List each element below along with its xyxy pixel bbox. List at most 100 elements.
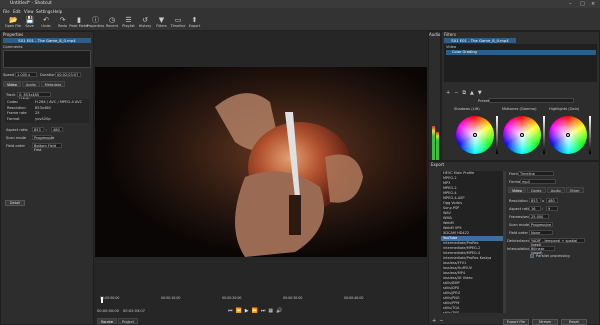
aspect-width[interactable]: 853: [32, 127, 44, 132]
codec-table: Codec H.264 / AVC / MPEG-4 AVC Resolution 8…: [5, 99, 89, 123]
preset-actions: +−: [432, 318, 446, 324]
midtones-slider[interactable]: [543, 116, 545, 154]
export-file-button[interactable]: Export File: [503, 319, 529, 325]
shadows-handle[interactable]: [473, 133, 477, 137]
tab-export-other[interactable]: Other: [565, 187, 584, 193]
duration-field[interactable]: 00:02:03:07: [55, 72, 81, 77]
detail-button[interactable]: Detail: [5, 200, 25, 206]
properties-panel: Properties S01 E01 - The Game_8_0.mp4 Co…: [0, 31, 94, 325]
shadows-slider[interactable]: [496, 116, 498, 154]
timecode-ruler[interactable]: 00:00:00:00 00:00:10:00 00:00:20:00 00:00:3…: [95, 295, 427, 302]
copy-filter-icon[interactable]: ⧉: [462, 90, 470, 96]
fps-field[interactable]: 25.000: [529, 214, 549, 219]
resolution-height[interactable]: 480: [546, 198, 558, 203]
export-aspect-width[interactable]: 16: [529, 206, 541, 211]
maximize-button[interactable]: □: [580, 1, 585, 7]
title-bar: Untitled* - Shotcut – □ ×: [0, 0, 600, 8]
midtones-color-wheel[interactable]: [503, 116, 541, 154]
tab-export-audio[interactable]: Audio: [546, 187, 565, 193]
preset-label: Preset: [478, 99, 490, 103]
highlights-handle[interactable]: [566, 133, 570, 137]
codec-row-value: 853x480: [35, 105, 51, 110]
menu-settings[interactable]: Settings: [36, 9, 52, 14]
export-panel: Export HEVC Main Profile MPEG-2 MP3 MPEG-2 M…: [428, 161, 600, 325]
field-order-select[interactable]: Bottom Field First: [32, 143, 62, 152]
history-icon: ↺: [142, 16, 148, 24]
tab-export-video[interactable]: Video: [508, 187, 526, 193]
play-icon[interactable]: ▶: [245, 308, 252, 314]
comments-field[interactable]: [3, 50, 91, 68]
clip-name: S01 E01 - The Game_8_0.mp4: [3, 38, 91, 43]
menu-help[interactable]: Help: [53, 9, 62, 14]
interpolation-select[interactable]: Bilinear (good): [529, 246, 555, 255]
rewind-icon[interactable]: ⏪: [236, 308, 245, 314]
tab-audio[interactable]: Audio: [21, 81, 40, 87]
add-filter-icon[interactable]: +: [446, 90, 454, 96]
export-scan-select[interactable]: Progressive: [529, 222, 553, 227]
position-timecode[interactable]: 00:00:00:00: [97, 309, 119, 313]
export-aspect-height[interactable]: 9: [546, 206, 558, 211]
aspect-height[interactable]: 480: [51, 127, 63, 132]
info-icon: ⓘ: [92, 16, 99, 24]
preset-select[interactable]: [489, 98, 574, 103]
tab-video[interactable]: Video: [3, 81, 21, 87]
list-icon: ☰: [125, 16, 132, 24]
video-image: [95, 67, 427, 257]
undo-icon: ↶: [43, 16, 49, 24]
speed-field[interactable]: 1.000 x: [15, 72, 37, 77]
fast-forward-icon[interactable]: ⏩: [252, 308, 261, 314]
highlights-color-wheel[interactable]: [549, 116, 587, 154]
scan-mode-select[interactable]: Progressive: [32, 135, 54, 140]
menu-file[interactable]: File: [3, 9, 10, 14]
audio-meter-left: [432, 126, 435, 160]
from-select[interactable]: Timeline: [518, 171, 554, 176]
wheel-label-shadows: Shadows (Lift): [454, 107, 480, 111]
meter-icon: ▮: [77, 16, 81, 24]
tab-project[interactable]: Project: [118, 318, 139, 324]
tab-export-codec[interactable]: Codec: [526, 187, 546, 193]
timeline-icon: ▭: [174, 16, 182, 24]
close-button[interactable]: ×: [591, 1, 595, 7]
shadows-color-wheel[interactable]: [456, 116, 494, 154]
grid-icon[interactable]: ▦: [268, 308, 276, 314]
codec-row-key: Format: [7, 116, 20, 121]
minimize-button[interactable]: –: [569, 1, 572, 7]
ruler-tick-label: 00:00:30:00: [283, 296, 303, 300]
menu-view[interactable]: View: [24, 9, 34, 14]
wheel-label-midtones: Midtones (Gamma): [502, 107, 537, 111]
filter-item-selected[interactable]: Color Grading: [446, 50, 596, 55]
move-up-icon[interactable]: ▲: [470, 90, 478, 96]
deinterlacer-select[interactable]: YADIF - temporal + spatial (best): [529, 238, 585, 247]
format-list-scrollbar[interactable]: [503, 171, 506, 313]
ruler-tick-label: 00:00:40:00: [344, 296, 364, 300]
midtones-handle[interactable]: [520, 133, 524, 137]
export-field-select[interactable]: None: [529, 230, 553, 235]
playhead[interactable]: [101, 297, 103, 303]
toolbar-button-export[interactable]: ⬆ Export: [184, 16, 206, 30]
skip-back-icon[interactable]: ⏮: [228, 308, 236, 314]
deinterlacer-label: Deinterlacer: [507, 239, 530, 243]
reset-button[interactable]: Reset: [561, 319, 587, 325]
menu-bar: File Edit View Settings Help: [0, 8, 600, 15]
resolution-width[interactable]: 853: [529, 198, 541, 203]
parallel-processing-checkbox[interactable]: [530, 254, 534, 258]
parallel-processing-label: Parallel processing: [536, 254, 570, 258]
tab-source[interactable]: Source: [97, 318, 118, 324]
stream-button[interactable]: Stream: [532, 319, 558, 325]
remove-preset-icon[interactable]: −: [439, 318, 446, 324]
ruler-tick-label: 00:00:20:00: [222, 296, 242, 300]
filter-actions: +−⧉▲▼: [446, 90, 486, 96]
export-format-item[interactable]: stills/TIFF: [441, 311, 503, 313]
folder-open-icon: 📂: [9, 16, 18, 24]
export-format-list[interactable]: HEVC Main Profile MPEG-2 MP3 MPEG-2 MPEG-4 MP…: [441, 171, 503, 313]
track-select[interactable]: 0: 853x480 (16:9): [17, 92, 51, 101]
redo-icon: ↷: [59, 16, 66, 24]
move-down-icon[interactable]: ▼: [478, 90, 486, 96]
tab-metadata[interactable]: Metadata: [40, 81, 66, 87]
highlights-slider[interactable]: [589, 116, 591, 154]
filter-list: Video Color Grading: [444, 44, 597, 82]
toolbar: 📂 Open File 💾 Save ↶ Undo ↷ Redo ▮ Peak Meter ⓘ Pro…: [0, 15, 600, 31]
volume-icon[interactable]: 🔊: [276, 308, 285, 314]
format-select[interactable]: mp4: [520, 179, 556, 184]
menu-edit[interactable]: Edit: [13, 9, 21, 14]
